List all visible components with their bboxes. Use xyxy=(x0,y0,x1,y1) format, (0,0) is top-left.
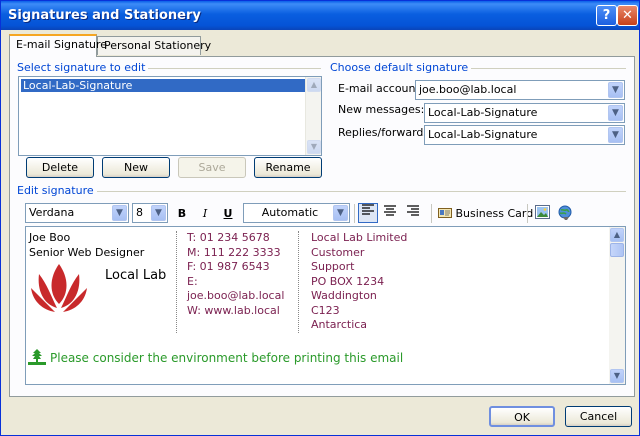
divider xyxy=(121,68,321,69)
scroll-down-icon[interactable]: ▼ xyxy=(307,140,321,154)
hyperlink-icon xyxy=(558,205,572,220)
list-scrollbar[interactable]: ▲ ▼ xyxy=(305,77,321,155)
signature-job-title: Senior Web Designer xyxy=(29,246,145,259)
email-account-label: E-mail account: xyxy=(338,82,424,95)
contact-column: T: 01 234 5678 M: 111 222 3333 F: 01 987… xyxy=(187,231,284,318)
tab-email-signature[interactable]: E-mail Signature xyxy=(9,34,107,57)
align-left-icon xyxy=(362,204,374,215)
underline-button[interactable]: U xyxy=(220,205,236,223)
contact-fax: F: 01 987 6543 xyxy=(187,260,270,273)
insert-hyperlink-button[interactable] xyxy=(557,205,573,223)
business-card-icon xyxy=(438,208,452,218)
font-size-select[interactable]: 8 ▼ xyxy=(132,203,168,223)
edit-signature-label: Edit signature xyxy=(17,184,97,197)
address-line: Customer xyxy=(311,245,365,259)
toolbar-separator xyxy=(527,204,528,223)
address-line: Antarctica xyxy=(311,318,368,331)
address-line: Waddington xyxy=(311,289,377,302)
email-account-select[interactable]: joe.boo@lab.local ▼ xyxy=(415,80,625,100)
chevron-down-icon[interactable]: ▼ xyxy=(608,105,623,121)
picture-icon xyxy=(534,205,550,219)
email-account-value: joe.boo@lab.local xyxy=(419,83,517,96)
align-right-button[interactable] xyxy=(404,205,422,223)
font-color-select[interactable]: Automatic ▼ xyxy=(243,203,350,223)
address-line: PO BOX 1234 xyxy=(311,274,385,288)
toolbar-separator xyxy=(431,204,432,223)
toolbar-separator xyxy=(354,204,355,223)
contact-mobile: M: 111 222 3333 xyxy=(187,245,281,259)
rename-button[interactable]: Rename xyxy=(254,157,322,178)
signature-editor[interactable]: Joe Boo Senior Web Designer Local Lab T:… xyxy=(25,226,626,385)
column-divider xyxy=(176,231,177,333)
scroll-down-icon[interactable]: ▼ xyxy=(610,369,624,383)
editor-scrollbar[interactable]: ▲ ▼ xyxy=(609,227,625,384)
chevron-down-icon[interactable]: ▼ xyxy=(608,127,623,143)
signature-name: Joe Boo xyxy=(29,231,71,244)
align-right-icon xyxy=(407,205,419,216)
address-line: Local Lab Limited xyxy=(311,231,408,244)
environment-note: Please consider the environment before p… xyxy=(50,351,404,365)
contact-phone: T: 01 234 5678 xyxy=(187,231,270,244)
divider xyxy=(81,191,626,192)
delete-button[interactable]: Delete xyxy=(26,157,94,178)
cancel-button[interactable]: Cancel xyxy=(565,406,632,427)
environment-icon xyxy=(28,349,46,365)
address-line: Support xyxy=(311,260,355,273)
align-center-icon xyxy=(384,205,396,216)
replies-forwards-label: Replies/forwards: xyxy=(338,126,433,139)
signatures-dialog: Signatures and Stationery ? ✕ E-mail Sig… xyxy=(0,0,640,436)
scroll-up-icon[interactable]: ▲ xyxy=(307,78,321,92)
contact-email: joe.boo@lab.local xyxy=(187,289,285,302)
replies-forwards-select[interactable]: Local-Lab-Signature ▼ xyxy=(424,125,625,145)
address-line: C123 xyxy=(311,303,340,317)
new-messages-select[interactable]: Local-Lab-Signature ▼ xyxy=(424,103,625,123)
font-select[interactable]: Verdana ▼ xyxy=(25,203,129,223)
new-button[interactable]: New xyxy=(102,157,170,178)
contact-web: W: www.lab.local xyxy=(187,303,280,317)
chevron-down-icon[interactable]: ▼ xyxy=(333,205,348,221)
chevron-down-icon[interactable]: ▼ xyxy=(608,82,623,98)
tab-personal-stationery[interactable]: Personal Stationery xyxy=(97,36,211,55)
save-button[interactable]: Save xyxy=(178,157,246,178)
signature-list[interactable]: Local-Lab-Signature ▲ ▼ xyxy=(18,76,322,156)
business-card-label: Business Card xyxy=(455,207,534,220)
default-signature-label: Choose default signature xyxy=(330,61,472,74)
logo-text: Local Lab xyxy=(105,268,167,283)
align-center-button[interactable] xyxy=(381,205,399,223)
font-color-value: Automatic xyxy=(261,206,319,219)
address-column: Local Lab Limited Customer Support PO BO… xyxy=(311,231,407,333)
bold-button[interactable]: B xyxy=(174,205,190,223)
contact-email-label: E: xyxy=(187,274,198,288)
business-card-button[interactable]: Business Card xyxy=(438,205,533,223)
new-messages-value: Local-Lab-Signature xyxy=(428,106,538,119)
select-signature-label: Select signature to edit xyxy=(17,61,149,74)
font-size-value: 8 xyxy=(136,206,143,219)
scroll-up-icon[interactable]: ▲ xyxy=(610,228,624,242)
list-item[interactable]: Local-Lab-Signature xyxy=(21,79,319,92)
insert-picture-button[interactable] xyxy=(534,205,550,223)
chevron-down-icon[interactable]: ▼ xyxy=(151,205,166,221)
column-divider xyxy=(298,231,299,333)
replies-forwards-value: Local-Lab-Signature xyxy=(428,128,538,141)
close-button[interactable]: ✕ xyxy=(617,5,638,26)
italic-button[interactable]: I xyxy=(197,205,213,223)
chevron-down-icon[interactable]: ▼ xyxy=(112,205,127,221)
scroll-thumb[interactable] xyxy=(610,243,624,257)
font-value: Verdana xyxy=(29,206,75,219)
new-messages-label: New messages: xyxy=(338,103,425,116)
title-bar: Signatures and Stationery ? ✕ xyxy=(1,1,639,30)
align-left-button[interactable] xyxy=(358,203,378,223)
local-lab-logo-icon xyxy=(29,260,89,316)
window-title: Signatures and Stationery xyxy=(8,8,201,23)
ok-button[interactable]: OK xyxy=(489,406,555,427)
help-button[interactable]: ? xyxy=(596,5,617,26)
